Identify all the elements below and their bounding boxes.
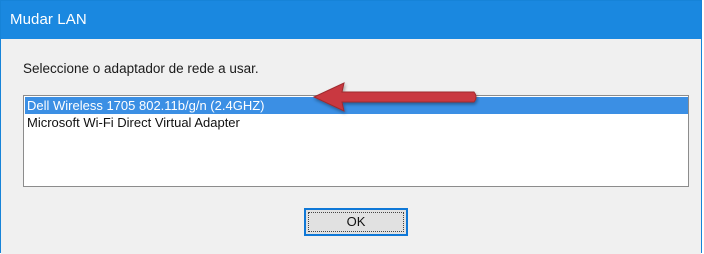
window-title: Mudar LAN — [10, 11, 87, 28]
title-bar[interactable]: Mudar LAN — [1, 1, 701, 39]
ok-button-label: OK — [346, 214, 366, 229]
ok-button[interactable]: OK — [304, 208, 408, 236]
adapter-prompt-label: Seleccione o adaptador de rede a usar. — [23, 61, 259, 76]
annotation-arrow-icon — [312, 82, 477, 112]
adapter-list-item-wifi-direct[interactable]: Microsoft Wi-Fi Direct Virtual Adapter — [25, 114, 240, 131]
dialog-body: Seleccione o adaptador de rede a usar. D… — [1, 39, 701, 254]
